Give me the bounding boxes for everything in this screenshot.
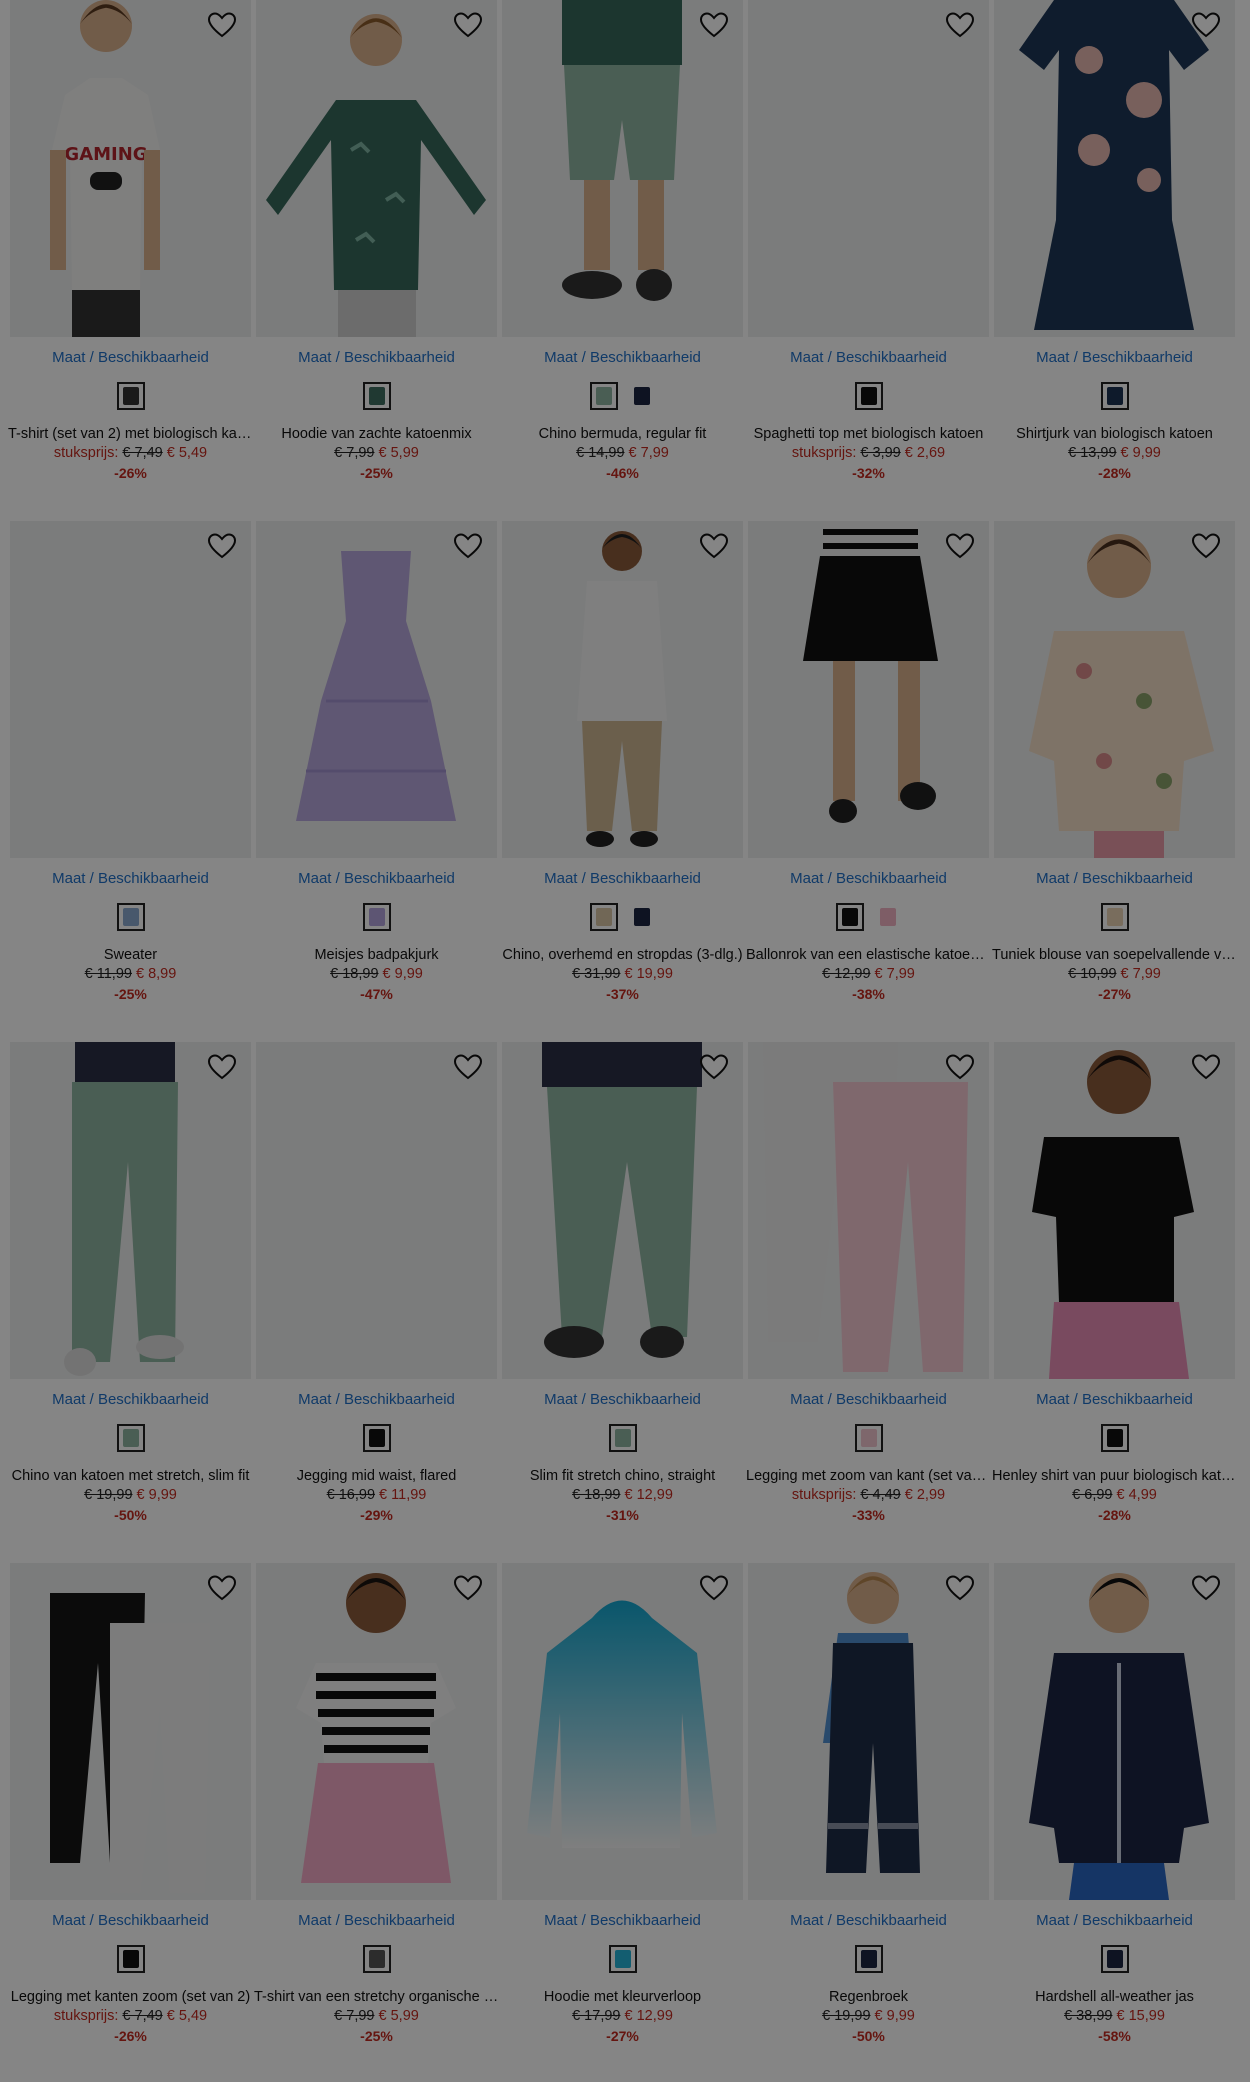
modal-overlay[interactable] <box>0 0 1250 2082</box>
